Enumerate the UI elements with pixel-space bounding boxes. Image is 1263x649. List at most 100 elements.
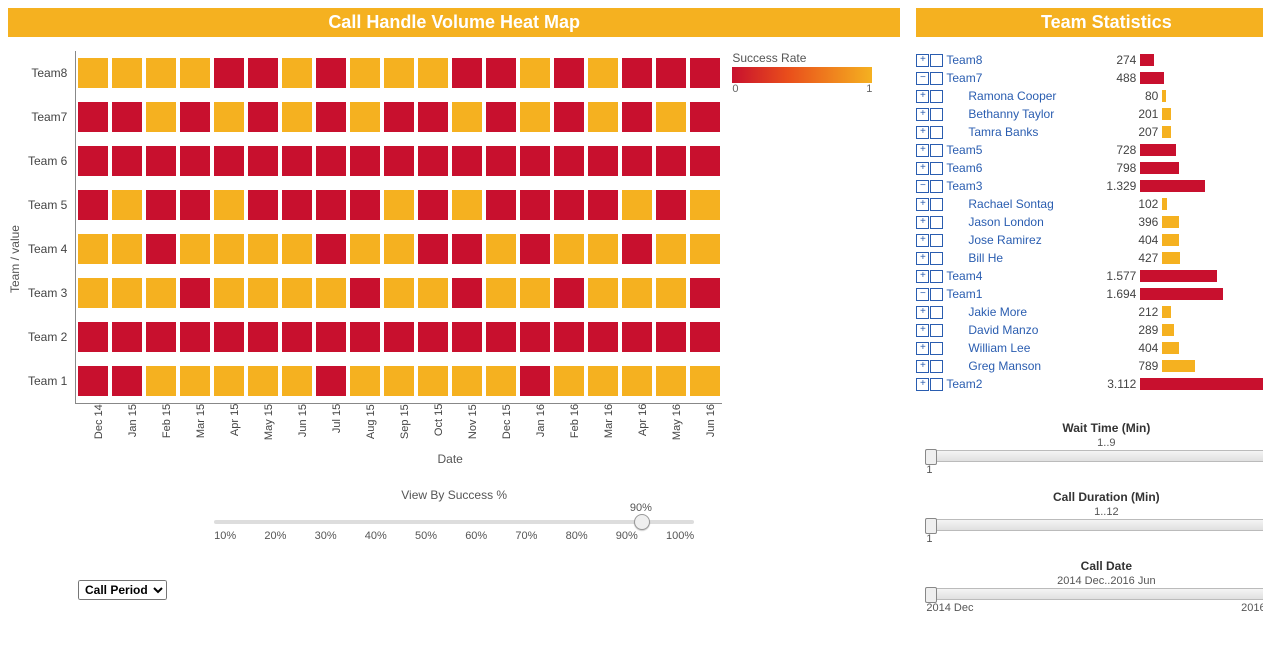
heatmap-cell[interactable]	[622, 234, 652, 264]
heatmap-cell[interactable]	[180, 322, 210, 352]
plus-icon[interactable]: +	[916, 306, 929, 319]
plus-icon[interactable]: +	[916, 342, 929, 355]
minus-icon[interactable]: −	[916, 72, 929, 85]
heatmap-cell[interactable]	[214, 190, 244, 220]
heatmap-cell[interactable]	[214, 146, 244, 176]
heatmap-cell[interactable]	[350, 234, 380, 264]
heatmap-cell[interactable]	[520, 58, 550, 88]
heatmap-cell[interactable]	[248, 146, 278, 176]
heatmap-cell[interactable]	[690, 322, 720, 352]
heatmap-cell[interactable]	[690, 146, 720, 176]
checkbox-icon[interactable]	[930, 216, 943, 229]
checkbox-icon[interactable]	[930, 90, 943, 103]
heatmap-cell[interactable]	[486, 190, 516, 220]
heatmap-cell[interactable]	[452, 278, 482, 308]
heatmap-cell[interactable]	[214, 366, 244, 396]
heatmap-cell[interactable]	[78, 322, 108, 352]
heatmap-cell[interactable]	[588, 366, 618, 396]
heatmap-cell[interactable]	[78, 102, 108, 132]
heatmap-cell[interactable]	[520, 102, 550, 132]
heatmap-cell[interactable]	[622, 102, 652, 132]
plus-icon[interactable]: +	[916, 378, 929, 391]
heatmap-cell[interactable]	[690, 190, 720, 220]
checkbox-icon[interactable]	[930, 126, 943, 139]
heatmap-cell[interactable]	[622, 278, 652, 308]
heatmap-cell[interactable]	[248, 190, 278, 220]
heatmap-cell[interactable]	[112, 190, 142, 220]
heatmap-cell[interactable]	[146, 102, 176, 132]
plus-icon[interactable]: +	[916, 144, 929, 157]
plus-icon[interactable]: +	[916, 252, 929, 265]
heatmap-cell[interactable]	[384, 102, 414, 132]
heatmap-cell[interactable]	[690, 58, 720, 88]
heatmap-cell[interactable]	[554, 58, 584, 88]
heatmap-cell[interactable]	[656, 190, 686, 220]
checkbox-icon[interactable]	[930, 342, 943, 355]
plus-icon[interactable]: +	[916, 90, 929, 103]
heatmap-cell[interactable]	[656, 322, 686, 352]
heatmap-cell[interactable]	[112, 102, 142, 132]
heatmap-cell[interactable]	[588, 58, 618, 88]
heatmap-cell[interactable]	[282, 146, 312, 176]
heatmap-cell[interactable]	[350, 322, 380, 352]
heatmap-cell[interactable]	[78, 190, 108, 220]
stat-person-row[interactable]: +Greg Manson789	[916, 357, 1263, 375]
heatmap-cell[interactable]	[452, 366, 482, 396]
heatmap-cell[interactable]	[622, 366, 652, 396]
heatmap-cell[interactable]	[112, 234, 142, 264]
heatmap-cell[interactable]	[316, 146, 346, 176]
heatmap-cell[interactable]	[282, 322, 312, 352]
heatmap-cell[interactable]	[112, 278, 142, 308]
stat-team-row[interactable]: +Team6798	[916, 159, 1263, 177]
heatmap-cell[interactable]	[384, 58, 414, 88]
plus-icon[interactable]: +	[916, 162, 929, 175]
heatmap-cell[interactable]	[622, 146, 652, 176]
heatmap-cell[interactable]	[248, 322, 278, 352]
view-by-slider[interactable]: 90% 10%20%30%40%50%60%70%80%90%100%	[214, 520, 694, 542]
plus-icon[interactable]: +	[916, 108, 929, 121]
plus-icon[interactable]: +	[916, 360, 929, 373]
heatmap-cell[interactable]	[282, 234, 312, 264]
heatmap-cell[interactable]	[418, 102, 448, 132]
heatmap-cell[interactable]	[656, 58, 686, 88]
heatmap-cell[interactable]	[418, 366, 448, 396]
heatmap-cell[interactable]	[316, 366, 346, 396]
stat-person-row[interactable]: +Jason London396	[916, 213, 1263, 231]
heatmap-cell[interactable]	[452, 190, 482, 220]
stat-team-row[interactable]: +Team41.577	[916, 267, 1263, 285]
heatmap-cell[interactable]	[180, 102, 210, 132]
stat-team-row[interactable]: −Team7488	[916, 69, 1263, 87]
minus-icon[interactable]: −	[916, 288, 929, 301]
heatmap-cell[interactable]	[180, 146, 210, 176]
heatmap-cell[interactable]	[78, 58, 108, 88]
heatmap-cell[interactable]	[180, 58, 210, 88]
heatmap-cell[interactable]	[588, 102, 618, 132]
stat-person-row[interactable]: +Tamra Banks207	[916, 123, 1263, 141]
heatmap-cell[interactable]	[146, 366, 176, 396]
heatmap-cell[interactable]	[214, 278, 244, 308]
heatmap-cell[interactable]	[520, 146, 550, 176]
heatmap-cell[interactable]	[180, 234, 210, 264]
heatmap-cell[interactable]	[622, 58, 652, 88]
plus-icon[interactable]: +	[916, 324, 929, 337]
heatmap-cell[interactable]	[248, 102, 278, 132]
heatmap-cell[interactable]	[554, 146, 584, 176]
heatmap-cell[interactable]	[452, 322, 482, 352]
heatmap-cell[interactable]	[554, 190, 584, 220]
checkbox-icon[interactable]	[930, 198, 943, 211]
heatmap-cell[interactable]	[282, 190, 312, 220]
heatmap-cell[interactable]	[520, 190, 550, 220]
heatmap-cell[interactable]	[384, 234, 414, 264]
heatmap-cell[interactable]	[588, 190, 618, 220]
heatmap-cell[interactable]	[180, 366, 210, 396]
heatmap-cell[interactable]	[146, 146, 176, 176]
heatmap-cell[interactable]	[282, 366, 312, 396]
heatmap-cell[interactable]	[452, 58, 482, 88]
heatmap-cell[interactable]	[554, 366, 584, 396]
call-date-slider[interactable]: 2014 Dec2016 Jun	[926, 588, 1263, 614]
heatmap-cell[interactable]	[112, 322, 142, 352]
heatmap-cell[interactable]	[316, 322, 346, 352]
heatmap-cell[interactable]	[350, 190, 380, 220]
heatmap-cell[interactable]	[452, 234, 482, 264]
plus-icon[interactable]: +	[916, 234, 929, 247]
